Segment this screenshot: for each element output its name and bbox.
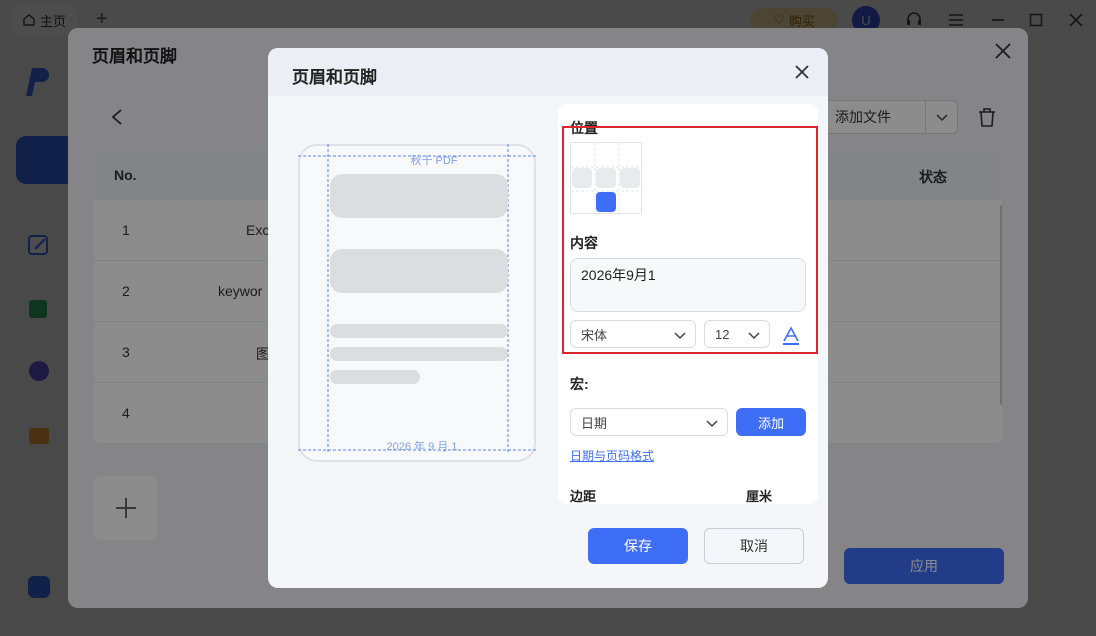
preview-line: [330, 370, 420, 384]
margin-label: 边距: [570, 489, 597, 504]
close-icon[interactable]: [794, 64, 810, 80]
macro-select[interactable]: 日期: [570, 408, 728, 436]
macro-select-value: 日期: [581, 415, 608, 431]
preview-header-text: 秋千 PDF: [410, 153, 457, 167]
cancel-button[interactable]: 取消: [704, 528, 804, 564]
margin-unit: 厘米: [746, 489, 773, 504]
dialog-title: 页眉和页脚: [292, 68, 377, 87]
preview-block: [330, 249, 508, 293]
dialog-header: 页眉和页脚: [268, 48, 828, 96]
macro-label: 宏:: [570, 376, 589, 392]
preview-line: [330, 324, 508, 338]
save-button[interactable]: 保存: [588, 528, 688, 564]
chevron-down-icon: [706, 420, 718, 428]
preview-line: [330, 347, 508, 361]
preview-footer-text: 2026 年 9 月 1: [387, 439, 458, 453]
highlight-box: [562, 126, 818, 354]
preview-block: [330, 174, 508, 218]
date-page-format-link[interactable]: 日期与页码格式: [570, 447, 654, 464]
page-preview: 秋千 PDF 2026 年 9 月 1: [298, 144, 536, 462]
add-macro-button[interactable]: 添加: [736, 408, 806, 436]
